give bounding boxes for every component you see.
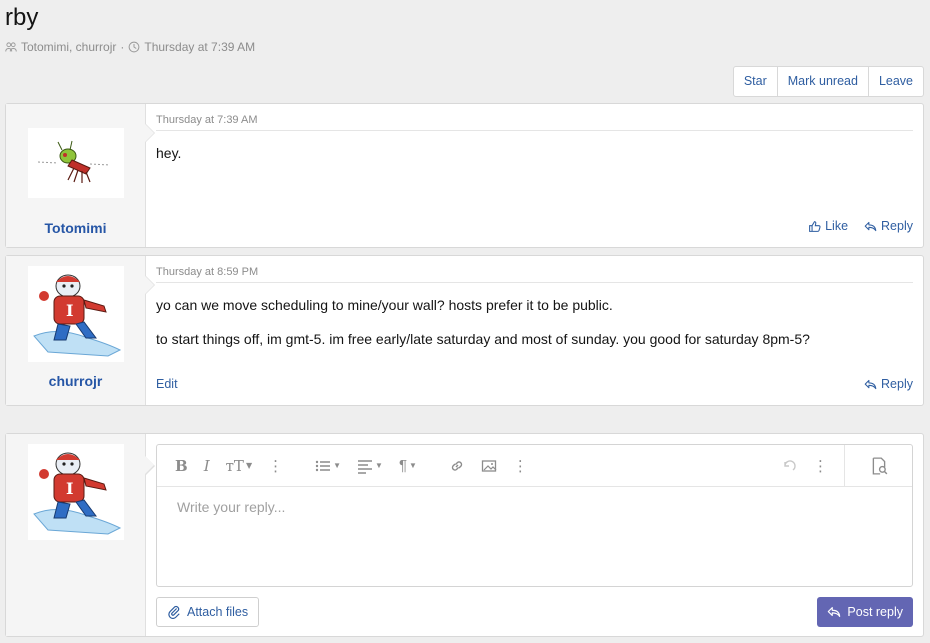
- align-icon[interactable]: ▼: [357, 458, 383, 474]
- text-size-icon[interactable]: тT ▼: [226, 457, 252, 475]
- edit-button[interactable]: Edit: [156, 377, 178, 391]
- toolbar-right: ⋮: [781, 445, 912, 487]
- attach-files-button[interactable]: Attach files: [156, 597, 260, 627]
- message-content: Thursday at 7:39 AM hey. Like Reply: [146, 104, 923, 247]
- message-footer: Like Reply: [156, 219, 913, 233]
- paragraph-icon[interactable]: ¶ ▼: [399, 457, 417, 474]
- snowboarder-mascot-icon: I: [32, 452, 121, 535]
- username[interactable]: churrojr: [6, 373, 145, 389]
- reply-button[interactable]: Reply: [864, 219, 913, 233]
- svg-text:I: I: [66, 479, 73, 498]
- thread-meta: Totomimi, churrojr · Thursday at 7:39 AM: [5, 40, 255, 54]
- insect-sprite-icon: [37, 140, 110, 183]
- star-button[interactable]: Star: [734, 67, 777, 96]
- message-text: yo can we move scheduling to mine/your w…: [156, 295, 913, 350]
- undo-icon[interactable]: [781, 458, 797, 474]
- message-footer: Edit Reply: [156, 377, 913, 391]
- clock-icon: [128, 41, 140, 53]
- reply-user-panel: I: [6, 434, 155, 636]
- message-paragraph: to start things off, im gmt-5. im free e…: [156, 331, 810, 348]
- snowboarder-mascot-icon: I: [32, 274, 121, 357]
- message-date[interactable]: Thursday at 8:59 PM: [156, 266, 913, 283]
- thread-date[interactable]: Thursday at 7:39 AM: [144, 40, 255, 54]
- mark-unread-button[interactable]: Mark unread: [776, 67, 868, 96]
- participants-list[interactable]: Totomimi, churrojr: [21, 40, 116, 54]
- leave-button[interactable]: Leave: [867, 67, 923, 96]
- message-paragraph: yo can we move scheduling to mine/your w…: [156, 297, 613, 313]
- thumbs-up-icon: [809, 220, 821, 232]
- quick-reply-form: I B I тT ▼ ⋮ ▼ ▼ ¶ ▼ ⋮ ⋮ Write your repl…: [5, 433, 924, 637]
- link-icon[interactable]: [449, 458, 465, 474]
- reply-button[interactable]: Reply: [864, 377, 913, 391]
- list-icon[interactable]: ▼: [315, 458, 341, 474]
- thread-title: rby: [5, 4, 39, 31]
- username[interactable]: Totomimi: [6, 220, 145, 236]
- more-insert-icon[interactable]: ⋮: [513, 457, 528, 475]
- rich-text-editor: B I тT ▼ ⋮ ▼ ▼ ¶ ▼ ⋮ ⋮ Write your reply.…: [156, 444, 913, 587]
- message-user-panel: I churrojr: [6, 256, 155, 405]
- message-user-panel: Totomimi: [6, 104, 155, 247]
- reply-arrow-icon: [864, 379, 877, 389]
- message-paragraph: hey.: [156, 145, 182, 161]
- meta-separator: ·: [120, 40, 125, 54]
- svg-text:I: I: [66, 301, 73, 320]
- editor-toolbar: B I тT ▼ ⋮ ▼ ▼ ¶ ▼ ⋮ ⋮: [157, 445, 912, 487]
- reply-arrow-icon: [864, 221, 877, 231]
- message-1: Totomimi Thursday at 7:39 AM hey. Like R…: [5, 103, 924, 248]
- participants-icon: [5, 42, 17, 52]
- italic-icon[interactable]: I: [204, 457, 210, 475]
- avatar[interactable]: I: [27, 266, 124, 362]
- preview-icon[interactable]: [844, 445, 912, 487]
- image-icon[interactable]: [481, 458, 497, 474]
- reply-arrow-icon: [828, 607, 841, 617]
- like-button[interactable]: Like: [808, 219, 848, 233]
- more-tools-icon[interactable]: ⋮: [813, 457, 828, 475]
- message-date[interactable]: Thursday at 7:39 AM: [156, 114, 913, 131]
- more-options-icon[interactable]: ⋮: [268, 457, 283, 475]
- message-text: hey.: [156, 143, 913, 163]
- bold-icon[interactable]: B: [175, 457, 188, 475]
- message-2: I churrojr Thursday at 8:59 PM yo can we…: [5, 255, 924, 406]
- post-reply-button[interactable]: Post reply: [817, 597, 913, 627]
- thread-actions: Star Mark unread Leave: [732, 66, 924, 97]
- paperclip-icon: [168, 605, 180, 619]
- reply-input[interactable]: Write your reply...: [157, 487, 912, 527]
- avatar[interactable]: [27, 128, 124, 198]
- message-content: Thursday at 8:59 PM yo can we move sched…: [146, 256, 923, 405]
- avatar[interactable]: I: [27, 444, 124, 540]
